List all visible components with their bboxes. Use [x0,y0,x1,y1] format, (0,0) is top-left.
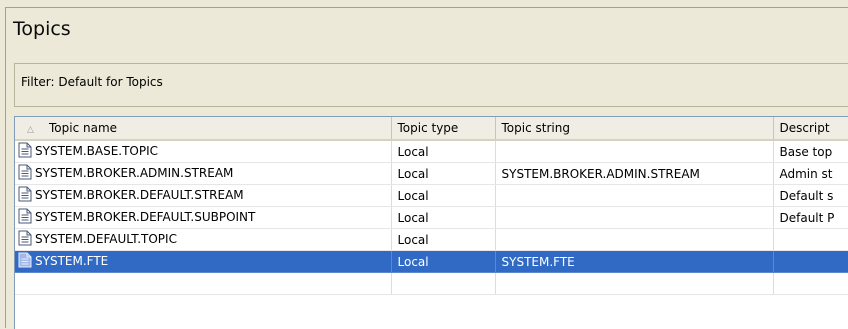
table-row[interactable]: SYSTEM.BROKER.ADMIN.STREAM Local SYSTEM.BR… [15,162,848,185]
cell-topic-string[interactable] [495,184,774,207]
cell-topic-string[interactable] [495,206,774,229]
topic-name-text: SYSTEM.BROKER.ADMIN.STREAM [35,166,234,180]
topic-name-text: SYSTEM.BROKER.DEFAULT.STREAM [35,188,244,202]
cell-topic-name[interactable]: SYSTEM.BROKER.DEFAULT.STREAM [15,184,392,207]
cell-topic-string[interactable] [495,140,774,163]
table-row[interactable]: SYSTEM.FTE Local SYSTEM.FTE [15,250,848,273]
column-header-topic-name[interactable]: △ Topic name [15,117,392,141]
topic-name-text: SYSTEM.FTE [35,254,109,268]
cell-topic-name[interactable]: SYSTEM.BROKER.DEFAULT.SUBPOINT [15,206,392,229]
empty-cell [15,272,392,295]
cell-topic-name[interactable]: SYSTEM.FTE [15,250,392,273]
cell-topic-string[interactable]: SYSTEM.FTE [495,250,774,273]
filter-bar[interactable]: Filter: Default for Topics [14,63,848,107]
page-title: Topics [13,18,71,40]
cell-topic-type[interactable]: Local [391,206,496,229]
cell-topic-name[interactable]: SYSTEM.BROKER.ADMIN.STREAM [15,162,392,185]
filter-label: Filter: Default for Topics [21,75,163,89]
empty-cell [773,272,848,295]
column-header-label: Topic name [49,121,118,135]
cell-topic-type[interactable]: Local [391,140,496,163]
cell-topic-type[interactable]: Local [391,162,496,185]
table-row[interactable]: SYSTEM.BROKER.DEFAULT.SUBPOINT Local Defau… [15,206,848,229]
topic-name-text: SYSTEM.BROKER.DEFAULT.SUBPOINT [35,210,256,224]
cell-topic-type[interactable]: Local [391,184,496,207]
topic-name-text: SYSTEM.BASE.TOPIC [35,144,159,158]
empty-cell [391,272,496,295]
document-icon [17,230,33,249]
column-header-topic-type[interactable]: Topic type [391,117,496,141]
document-icon [17,252,33,271]
cell-description[interactable]: Base top [773,140,848,163]
cell-description[interactable]: Admin st [773,162,848,185]
cell-topic-name[interactable]: SYSTEM.DEFAULT.TOPIC [15,228,392,251]
table-row[interactable]: SYSTEM.DEFAULT.TOPIC Local [15,228,848,251]
empty-cell [495,272,774,295]
table-row[interactable]: SYSTEM.BROKER.DEFAULT.STREAM Local Default… [15,184,848,207]
table-row-empty [15,272,848,295]
cell-description[interactable]: Default s [773,184,848,207]
column-header-topic-string[interactable]: Topic string [495,117,774,141]
cell-topic-string[interactable] [495,228,774,251]
cell-topic-name[interactable]: SYSTEM.BASE.TOPIC [15,140,392,163]
document-icon [17,142,33,161]
cell-topic-type[interactable]: Local [391,250,496,273]
document-icon [17,186,33,205]
column-header-description[interactable]: Descript [773,117,848,141]
cell-topic-type[interactable]: Local [391,228,496,251]
topic-name-text: SYSTEM.DEFAULT.TOPIC [35,232,177,246]
topics-panel: Topics Filter: Default for Topics △ Topic… [5,7,848,329]
cell-topic-string[interactable]: SYSTEM.BROKER.ADMIN.STREAM [495,162,774,185]
document-icon [17,164,33,183]
table-header-row: △ Topic name Topic type Topic string Desc… [15,117,848,141]
cell-description[interactable] [773,228,848,251]
cell-description[interactable] [773,250,848,273]
sort-ascending-icon: △ [27,125,34,135]
table-row[interactable]: SYSTEM.BASE.TOPIC Local Base top [15,140,848,163]
topics-table: △ Topic name Topic type Topic string Desc… [14,116,848,329]
cell-description[interactable]: Default P [773,206,848,229]
document-icon [17,208,33,227]
